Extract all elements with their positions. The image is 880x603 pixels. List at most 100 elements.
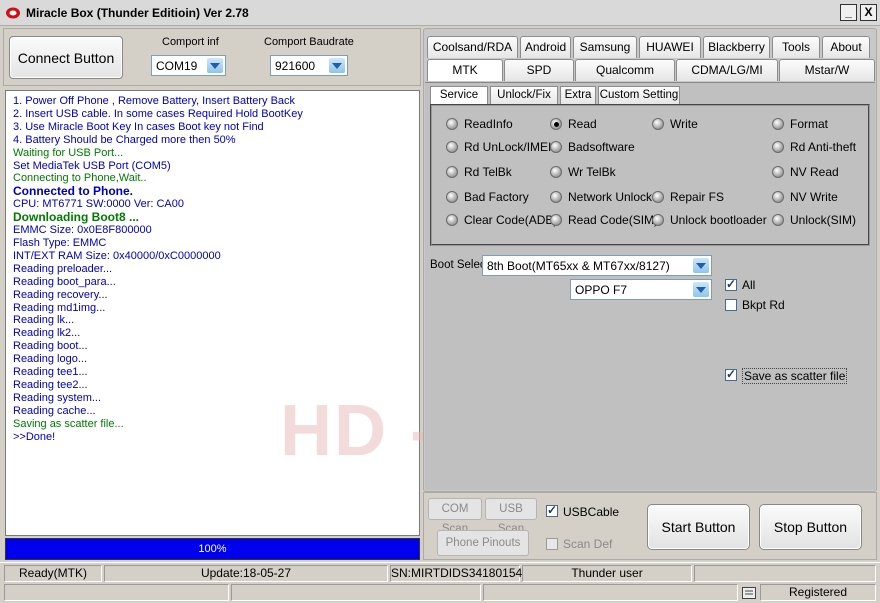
radio-button-icon[interactable] <box>446 214 458 226</box>
radio-button-icon[interactable] <box>772 166 784 178</box>
log-line: Reading lk2... <box>13 327 81 340</box>
radio-button-icon[interactable] <box>550 214 562 226</box>
comport-label: Comport inf <box>162 36 219 48</box>
comport-value: COM19 <box>156 59 198 73</box>
radio-button-icon[interactable] <box>550 191 562 203</box>
tab-tools[interactable]: Tools <box>772 36 820 58</box>
radio-button-icon[interactable] <box>772 214 784 226</box>
radio-button-icon[interactable] <box>652 118 664 130</box>
tab-coolsand-rda[interactable]: Coolsand/RDA <box>427 36 518 58</box>
option-rd-anti-theft[interactable]: Rd Anti-theft <box>772 140 856 154</box>
log-line: Reading recovery... <box>13 288 108 301</box>
option-format[interactable]: Format <box>772 117 828 131</box>
radio-button-icon[interactable] <box>652 191 664 203</box>
log-line: EMMC Size: 0x0E8F800000 <box>13 224 152 237</box>
radio-button-icon[interactable] <box>446 141 458 153</box>
option-nv-write[interactable]: NV Write <box>772 190 838 204</box>
log-line: Connected to Phone. <box>13 184 133 199</box>
tab-mtk[interactable]: MTK <box>427 59 503 81</box>
radio-button-icon[interactable] <box>446 191 458 203</box>
option-write[interactable]: Write <box>652 117 698 131</box>
option-rd-unlock-imei[interactable]: Rd UnLock/IMEI <box>446 140 551 154</box>
radio-button-icon[interactable] <box>772 191 784 203</box>
option-unlock-bootloader[interactable]: Unlock bootloader <box>652 213 767 227</box>
model-select-value: OPPO F7 <box>575 283 628 297</box>
option-bad-factory[interactable]: Bad Factory <box>446 190 529 204</box>
option-wr-telbk[interactable]: Wr TelBk <box>550 165 616 179</box>
minimize-button[interactable]: _ <box>840 4 857 21</box>
save-scatter-checkbox[interactable] <box>725 367 737 381</box>
tab-spd[interactable]: SPD <box>504 59 574 81</box>
radio-button-icon[interactable] <box>772 118 784 130</box>
radio-button-icon[interactable] <box>772 141 784 153</box>
option-clear-code-adb[interactable]: Clear Code(ADB) <box>446 213 557 227</box>
tab-huawei[interactable]: HUAWEI <box>639 36 701 58</box>
status-user: Thunder user <box>522 565 692 582</box>
status-registered: Registered <box>760 584 876 601</box>
tab-cdma-lg-mi[interactable]: CDMA/LG/MI <box>676 59 778 81</box>
bkpt-rd-checkbox[interactable] <box>725 299 737 311</box>
close-button[interactable]: X <box>860 4 877 21</box>
stop-button[interactable]: Stop Button <box>759 504 862 550</box>
log-line: INT/EXT RAM Size: 0x40000/0xC0000000 <box>13 249 221 262</box>
option-label: Clear Code(ADB) <box>464 213 558 227</box>
status2-cell-2 <box>231 584 481 601</box>
radio-button-icon[interactable] <box>550 118 562 130</box>
phone-pinouts-button[interactable]: Phone Pinouts <box>437 530 529 556</box>
all-label: All <box>742 278 756 292</box>
scan-def-checkbox[interactable] <box>546 538 558 550</box>
option-badsoftware[interactable]: Badsoftware <box>550 140 635 154</box>
option-network-unlock[interactable]: Network Unlock <box>550 190 652 204</box>
window-title: Miracle Box (Thunder Editioin) Ver 2.78 <box>26 6 249 20</box>
subtab-unlock-fix[interactable]: Unlock/Fix <box>490 86 558 104</box>
com-scan-button[interactable]: COM Scan <box>428 498 482 535</box>
log-line: Reading boot_para... <box>13 275 116 288</box>
dropdown-arrow-icon <box>207 58 223 73</box>
tab-android[interactable]: Android <box>520 36 571 58</box>
tab-blackberry[interactable]: Blackberry <box>703 36 770 58</box>
option-nv-read[interactable]: NV Read <box>772 165 839 179</box>
subtab-service[interactable]: Service <box>430 86 488 104</box>
option-repair-fs[interactable]: Repair FS <box>652 190 724 204</box>
subtab-extra[interactable]: Extra <box>560 86 596 104</box>
tab-samsung[interactable]: Samsung <box>573 36 637 58</box>
tab-about[interactable]: About <box>822 36 870 58</box>
radio-button-icon[interactable] <box>550 166 562 178</box>
log-line: Reading boot... <box>13 340 88 353</box>
log-line: Reading md1img... <box>13 301 106 314</box>
option-read-code-sim[interactable]: Read Code(SIM) <box>550 213 658 227</box>
baudrate-label: Comport Baudrate <box>264 36 354 48</box>
baudrate-select[interactable]: 921600 <box>270 55 348 76</box>
log-line: Flash Type: EMMC <box>13 236 107 249</box>
comport-select[interactable]: COM19 <box>151 55 226 76</box>
subtab-custom-setting[interactable]: Custom Setting <box>598 86 680 104</box>
radio-button-icon[interactable] <box>446 118 458 130</box>
tab-qualcomm[interactable]: Qualcomm <box>575 59 675 81</box>
option-read[interactable]: Read <box>550 117 597 131</box>
status-update: Update:18-05-27 <box>104 565 388 582</box>
log-line: Reading tee1... <box>13 366 88 379</box>
option-readinfo[interactable]: ReadInfo <box>446 117 513 131</box>
dropdown-arrow-icon <box>329 58 345 73</box>
all-checkbox[interactable] <box>725 277 737 291</box>
radio-button-icon[interactable] <box>652 214 664 226</box>
connect-panel: Connect Button Comport inf COM19 Comport… <box>3 28 421 86</box>
tab-mstar-w[interactable]: Mstar/W <box>779 59 875 81</box>
usb-scan-button[interactable]: USB Scan <box>485 498 537 535</box>
start-button[interactable]: Start Button <box>647 504 750 550</box>
radio-button-icon[interactable] <box>550 141 562 153</box>
connect-button[interactable]: Connect Button <box>9 36 123 79</box>
option-label: Read Code(SIM) <box>568 213 659 227</box>
option-label: Network Unlock <box>568 190 653 204</box>
progress-label: 100% <box>198 543 227 555</box>
option-unlock-sim[interactable]: Unlock(SIM) <box>772 213 856 227</box>
boot-select-value: 8th Boot(MT65xx & MT67xx/8127) <box>487 259 670 273</box>
option-rd-telbk[interactable]: Rd TelBk <box>446 165 512 179</box>
log-line: 3. Use Miracle Boot Key In cases Boot ke… <box>13 120 264 133</box>
status-serial: SN:MIRTDIDS34180154 <box>390 565 523 582</box>
radio-button-icon[interactable] <box>446 166 458 178</box>
usbcable-checkbox[interactable] <box>546 503 558 517</box>
boot-select[interactable]: 8th Boot(MT65xx & MT67xx/8127) <box>482 255 712 276</box>
model-select[interactable]: OPPO F7 <box>570 279 712 300</box>
boot-select-label: Boot Selec <box>430 259 486 271</box>
